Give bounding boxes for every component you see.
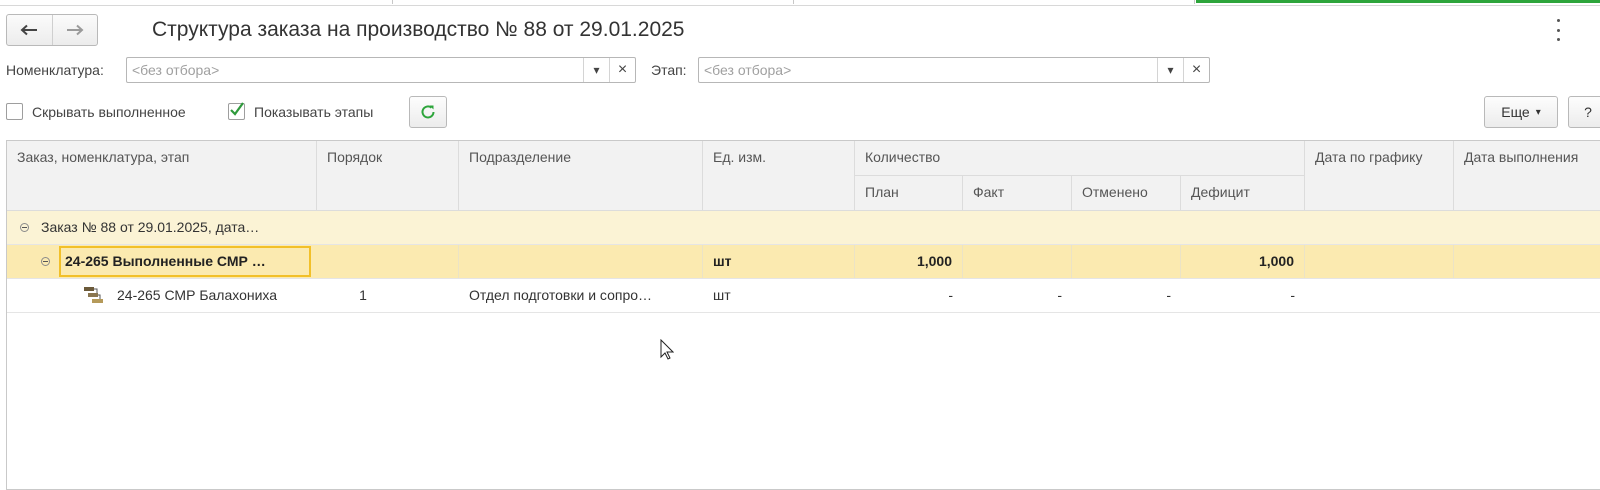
cell-cancelled — [1072, 245, 1181, 278]
nomenclature-clear-button[interactable]: × — [609, 58, 635, 82]
collapse-icon[interactable] — [20, 223, 29, 232]
cell-completion-date — [1454, 245, 1600, 278]
stage-dropdown-button[interactable]: ▾ — [1157, 58, 1183, 82]
cell-deficit: 1,000 — [1181, 245, 1305, 278]
close-icon: × — [617, 61, 628, 78]
column-header-department[interactable]: Подразделение — [459, 141, 703, 211]
stage-filter: ▾ × — [698, 57, 1210, 83]
close-icon: × — [1191, 61, 1202, 78]
column-header-fact[interactable]: Факт — [963, 176, 1072, 211]
checkmark-icon — [230, 102, 244, 116]
cell-fact — [963, 245, 1072, 278]
refresh-icon — [421, 105, 435, 119]
help-button-label: ? — [1584, 104, 1592, 120]
active-tab-indicator — [1196, 0, 1600, 3]
tab-strip — [0, 0, 1600, 6]
hide-completed-label: Скрывать выполненное — [32, 104, 186, 120]
cell-fact: - — [1057, 287, 1062, 303]
tab-segment[interactable] — [794, 0, 1195, 4]
more-button[interactable]: Еще ▾ — [1484, 96, 1558, 128]
column-header-deficit[interactable]: Дефицит — [1181, 176, 1305, 211]
order-structure-table: Заказ, номенклатура, этап Порядок Подраз… — [6, 140, 1600, 490]
column-header-cancelled[interactable]: Отменено — [1072, 176, 1181, 211]
nomenclature-label: Номенклатура: — [6, 62, 104, 78]
nomenclature-filter: ▾ × — [126, 57, 636, 83]
collapse-icon[interactable] — [41, 257, 50, 266]
hide-completed-checkbox[interactable] — [6, 103, 23, 120]
stage-input[interactable] — [699, 58, 1157, 82]
table-row-product[interactable]: 24-265 Выполненные СМР … шт 1,000 1,000 — [7, 245, 1600, 279]
column-header-unit[interactable]: Ед. изм. — [703, 141, 855, 211]
tab-segment[interactable] — [393, 0, 794, 4]
cell-sequence — [317, 245, 459, 278]
column-header-sequence[interactable]: Порядок — [317, 141, 459, 211]
column-header-scheduled-date[interactable]: Дата по графику — [1305, 141, 1454, 211]
page-title: Структура заказа на производство № 88 от… — [152, 18, 685, 41]
cell-unit: шт — [703, 245, 855, 278]
cell-stage-name: 24-265 СМР Балахониха — [117, 287, 278, 303]
forward-button[interactable] — [51, 15, 98, 45]
cell-scheduled-date — [1305, 245, 1454, 278]
cell-cancelled: - — [1166, 287, 1171, 303]
nomenclature-dropdown-button[interactable]: ▾ — [583, 58, 609, 82]
cell-department: Отдел подготовки и сопро… — [469, 287, 653, 303]
chevron-down-icon: ▾ — [1167, 63, 1174, 77]
show-stages-label: Показывать этапы — [254, 104, 374, 120]
table-row-order[interactable]: Заказ № 88 от 29.01.2025, дата… — [7, 211, 1600, 245]
cell-department — [459, 245, 703, 278]
navigation-group — [6, 14, 98, 46]
table-row-stage[interactable]: 24-265 СМР Балахониха 1 Отдел подготовки… — [7, 279, 1600, 313]
stage-clear-button[interactable]: × — [1183, 58, 1209, 82]
cell-deficit: - — [1290, 287, 1295, 303]
arrow-left-icon — [20, 24, 38, 36]
arrow-right-icon — [66, 24, 84, 36]
cell-sequence: 1 — [359, 287, 367, 303]
cell-plan: 1,000 — [855, 245, 963, 278]
cell-plan: - — [948, 287, 953, 303]
show-stages-checkbox[interactable] — [228, 102, 245, 120]
chevron-down-icon: ▾ — [1535, 106, 1541, 118]
column-header-order[interactable]: Заказ, номенклатура, этап — [7, 141, 317, 211]
back-button[interactable] — [7, 15, 52, 45]
column-header-completion-date[interactable]: Дата выполнения — [1454, 141, 1600, 211]
more-button-label: Еще — [1501, 104, 1530, 120]
refresh-button[interactable] — [409, 96, 447, 128]
column-header-plan[interactable]: План — [855, 176, 963, 211]
tab-segment[interactable] — [0, 0, 393, 4]
cell-order-name: Заказ № 88 от 29.01.2025, дата… — [41, 219, 260, 235]
nomenclature-input[interactable] — [127, 58, 583, 82]
more-actions-icon[interactable] — [1552, 19, 1564, 41]
mouse-cursor-icon — [660, 339, 674, 360]
chevron-down-icon: ▾ — [593, 63, 600, 77]
cell-product-name[interactable]: 24-265 Выполненные СМР … — [59, 246, 311, 277]
cell-unit: шт — [713, 287, 731, 303]
column-group-quantity: Количество — [855, 141, 1305, 176]
stage-label: Этап: — [651, 62, 687, 78]
stage-icon — [84, 287, 103, 303]
help-button[interactable]: ? — [1568, 96, 1600, 128]
